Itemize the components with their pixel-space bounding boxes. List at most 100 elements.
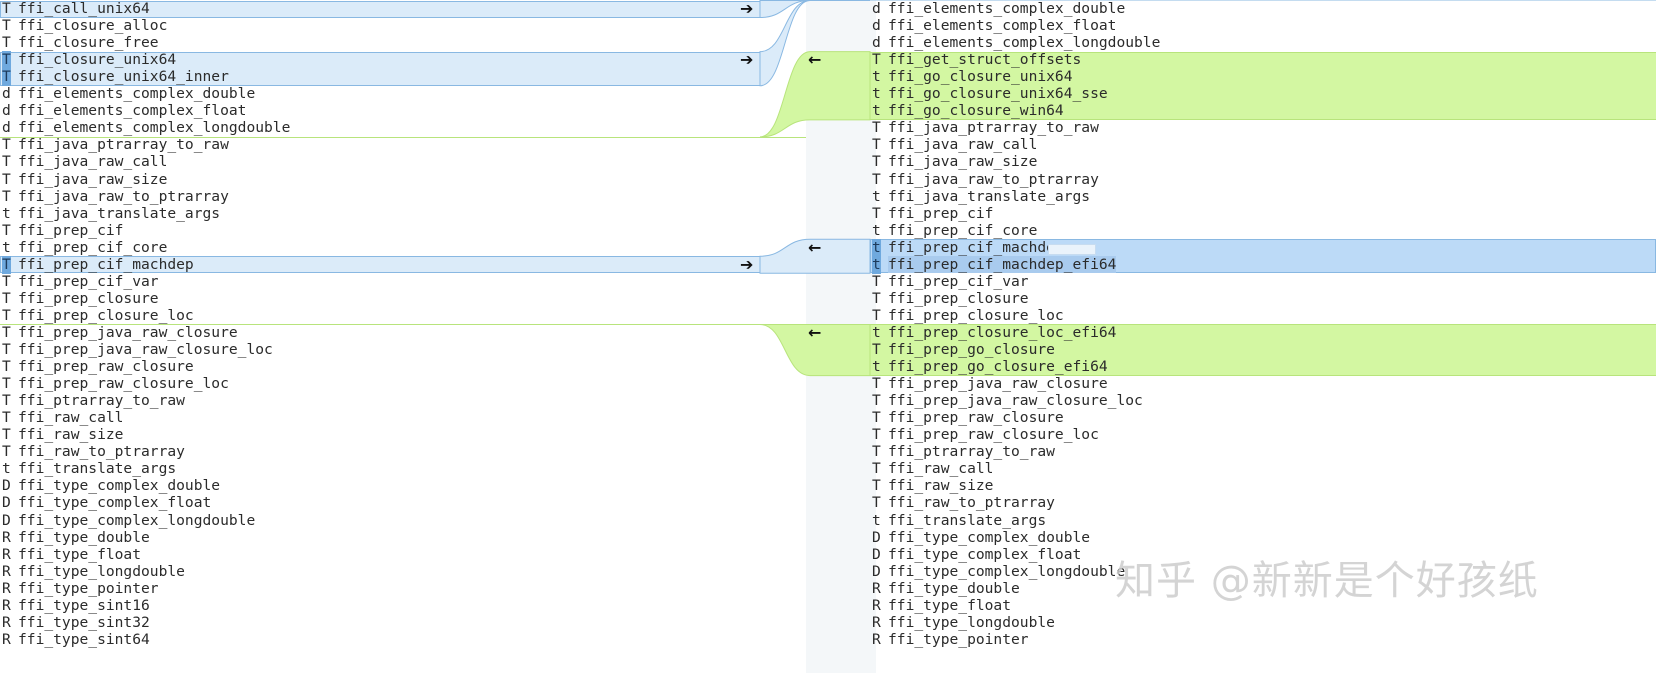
left-symbol-row[interactable]: Rffi_type_longdouble (2, 563, 185, 581)
left-symbol-row[interactable]: Tffi_closure_unix64 (2, 51, 176, 70)
right-symbol-row[interactable]: Tffi_prep_raw_closure (872, 409, 1064, 427)
right-symbol-row[interactable]: Tffi_raw_to_ptrarray (872, 494, 1055, 512)
arrow-right-icon[interactable]: ➔ (740, 51, 753, 69)
right-symbol-row[interactable]: Tffi_prep_go_closure (872, 341, 1055, 359)
right-symbol-row[interactable]: Rffi_type_longdouble (872, 614, 1055, 632)
left-symbol-row[interactable]: Tffi_java_ptrarray_to_raw (2, 136, 229, 154)
symbol-type: T (2, 392, 11, 410)
right-symbol-row[interactable]: Tffi_prep_cif_var (872, 273, 1029, 291)
right-symbol-row[interactable]: Tffi_prep_java_raw_closure_loc (872, 392, 1143, 410)
left-symbol-row[interactable]: Tffi_java_raw_to_ptrarray (2, 188, 229, 206)
symbol-type: T (872, 341, 881, 358)
right-symbol-row[interactable]: Dffi_type_complex_float (872, 546, 1081, 564)
arrow-left-icon[interactable]: ← (808, 51, 821, 69)
left-symbol-row[interactable]: d ffi_elements_complex_double (2, 85, 255, 103)
right-symbol-row[interactable]: Tffi_java_raw_size (872, 153, 1037, 171)
right-symbol-row[interactable]: Rffi_type_double (872, 580, 1020, 598)
right-symbol-row[interactable]: t ffi_go_closure_win64 (872, 102, 1064, 120)
right-symbol-row[interactable]: Tffi_raw_size (872, 477, 993, 495)
left-symbol-row[interactable]: Tffi_prep_java_raw_closure_loc (2, 341, 273, 359)
right-symbol-row[interactable]: t ffi_prep_cif_core (872, 222, 1037, 240)
symbol-type: D (872, 562, 881, 580)
symbol-name: ffi_type_longdouble (888, 613, 1055, 631)
left-symbol-row[interactable]: Dffi_type_complex_longdouble (2, 512, 255, 530)
right-symbol-row[interactable]: t ffi_go_closure_unix64_sse (872, 85, 1108, 103)
right-symbol-row[interactable]: Tffi_ptrarray_to_raw (872, 443, 1055, 461)
symbol-type: T (2, 221, 11, 239)
left-symbol-row[interactable]: Tffi_prep_cif (2, 222, 123, 240)
symbol-name: ffi_get_struct_offsets (888, 51, 1082, 69)
right-symbol-row[interactable]: t ffi_go_closure_unix64 (872, 68, 1073, 86)
right-symbol-row[interactable]: t ffi_prep_closure_loc_efi64 (872, 324, 1116, 342)
right-symbol-row[interactable]: t ffi_prep_cif_machdep_efi64 (872, 255, 1117, 274)
symbol-type: t (872, 511, 881, 529)
left-symbol-row[interactable]: Tffi_prep_raw_closure (2, 358, 194, 376)
symbol-type: R (872, 596, 881, 614)
right-symbol-row[interactable]: Tffi_get_struct_offsets (872, 51, 1081, 69)
left-symbol-row[interactable]: Tffi_closure_alloc (2, 17, 167, 35)
symbol-name: ffi_java_translate_args (888, 187, 1091, 205)
left-file-pane[interactable]: Tffi_call_unix64 Tffi_closure_alloc Tffi_c… (0, 0, 806, 673)
left-symbol-row[interactable]: Tffi_prep_raw_closure_loc (2, 375, 229, 393)
left-symbol-row[interactable]: Tffi_ptrarray_to_raw (2, 392, 185, 410)
left-symbol-row[interactable]: t ffi_prep_cif_core (2, 239, 167, 257)
arrow-left-icon[interactable]: ← (808, 238, 821, 257)
left-symbol-row[interactable]: Tffi_closure_unix64_inner (2, 68, 229, 87)
left-symbol-row[interactable]: Dffi_type_complex_double (2, 477, 220, 495)
right-symbol-row[interactable]: t ffi_prep_go_closure_efi64 (872, 358, 1108, 376)
left-symbol-row[interactable]: Tffi_prep_cif_var (2, 273, 159, 291)
left-symbol-row[interactable]: d ffi_elements_complex_float (2, 102, 246, 120)
symbol-type: T (872, 153, 881, 171)
left-symbol-row[interactable]: Rffi_type_pointer (2, 580, 159, 598)
symbol-type: t (2, 204, 11, 222)
right-symbol-row[interactable]: Tffi_prep_java_raw_closure (872, 375, 1108, 393)
right-symbol-row[interactable]: Tffi_java_raw_to_ptrarray (872, 171, 1099, 189)
left-symbol-row[interactable]: Dffi_type_complex_float (2, 494, 211, 512)
left-symbol-row[interactable]: Tffi_java_raw_call (2, 153, 167, 171)
left-symbol-row[interactable]: Rffi_type_double (2, 529, 150, 547)
left-symbol-row[interactable]: Rffi_type_float (2, 546, 141, 564)
left-symbol-row[interactable]: Rffi_type_sint16 (2, 597, 150, 615)
arrow-left-icon[interactable]: ← (808, 323, 821, 342)
left-symbol-row[interactable]: Tffi_prep_closure (2, 290, 159, 308)
right-symbol-row[interactable]: d ffi_elements_complex_longdouble (872, 34, 1160, 52)
left-symbol-row[interactable]: t ffi_translate_args (2, 460, 176, 478)
right-symbol-row[interactable]: d ffi_elements_complex_double (872, 0, 1125, 18)
right-symbol-row[interactable]: Dffi_type_complex_longdouble (872, 563, 1125, 581)
right-symbol-row[interactable]: Rffi_type_float (872, 597, 1011, 615)
right-symbol-row[interactable]: Tffi_java_ptrarray_to_raw (872, 119, 1099, 137)
right-symbol-row[interactable]: Rffi_type_pointer (872, 631, 1029, 649)
right-symbol-row[interactable]: t ffi_translate_args (872, 512, 1046, 530)
left-symbol-row[interactable]: Rffi_type_sint32 (2, 614, 150, 632)
right-symbol-row[interactable]: Tffi_java_raw_call (872, 136, 1037, 154)
right-symbol-row[interactable]: t ffi_java_translate_args (872, 188, 1090, 206)
right-symbol-row[interactable]: d ffi_elements_complex_float (872, 17, 1116, 35)
left-symbol-row[interactable]: Tffi_java_raw_size (2, 171, 167, 189)
left-symbol-row[interactable]: Tffi_raw_call (2, 409, 123, 427)
right-symbol-row[interactable]: Dffi_type_complex_double (872, 529, 1090, 547)
arrow-right-icon[interactable]: ➔ (740, 255, 753, 274)
symbol-name: ffi_elements_complex_longdouble (888, 34, 1161, 52)
left-symbol-row[interactable]: t ffi_java_translate_args (2, 205, 220, 223)
left-symbol-row[interactable]: d ffi_elements_complex_longdouble (2, 119, 290, 137)
left-symbol-row[interactable]: Rffi_type_sint64 (2, 631, 150, 649)
symbol-type: T (2, 358, 11, 376)
left-symbol-row[interactable]: Tffi_raw_size (2, 426, 123, 444)
symbol-type: T (2, 34, 11, 52)
left-symbol-row[interactable]: Tffi_prep_cif_machdep (2, 255, 194, 274)
right-symbol-row[interactable]: Tffi_prep_cif (872, 205, 993, 223)
symbol-type: T (872, 494, 881, 512)
left-symbol-row[interactable]: Tffi_prep_closure_loc (2, 307, 194, 325)
symbol-name: ffi_raw_to_ptrarray (888, 494, 1055, 512)
right-symbol-row[interactable]: t ffi_prep_cif_machdep (872, 238, 1064, 257)
left-symbol-row[interactable]: Tffi_call_unix64 (2, 0, 150, 18)
left-symbol-row[interactable]: Tffi_prep_java_raw_closure (2, 324, 238, 342)
left-symbol-row[interactable]: Tffi_raw_to_ptrarray (2, 443, 185, 461)
symbol-name: ffi_prep_closure_loc_efi64 (888, 323, 1117, 341)
right-symbol-row[interactable]: Tffi_prep_closure (872, 290, 1029, 308)
arrow-right-icon[interactable]: ➔ (740, 0, 753, 18)
right-symbol-row[interactable]: Tffi_prep_raw_closure_loc (872, 426, 1099, 444)
right-symbol-row[interactable]: Tffi_raw_call (872, 460, 993, 478)
left-symbol-row[interactable]: Tffi_closure_free (2, 34, 159, 52)
right-symbol-row[interactable]: Tffi_prep_closure_loc (872, 307, 1064, 325)
